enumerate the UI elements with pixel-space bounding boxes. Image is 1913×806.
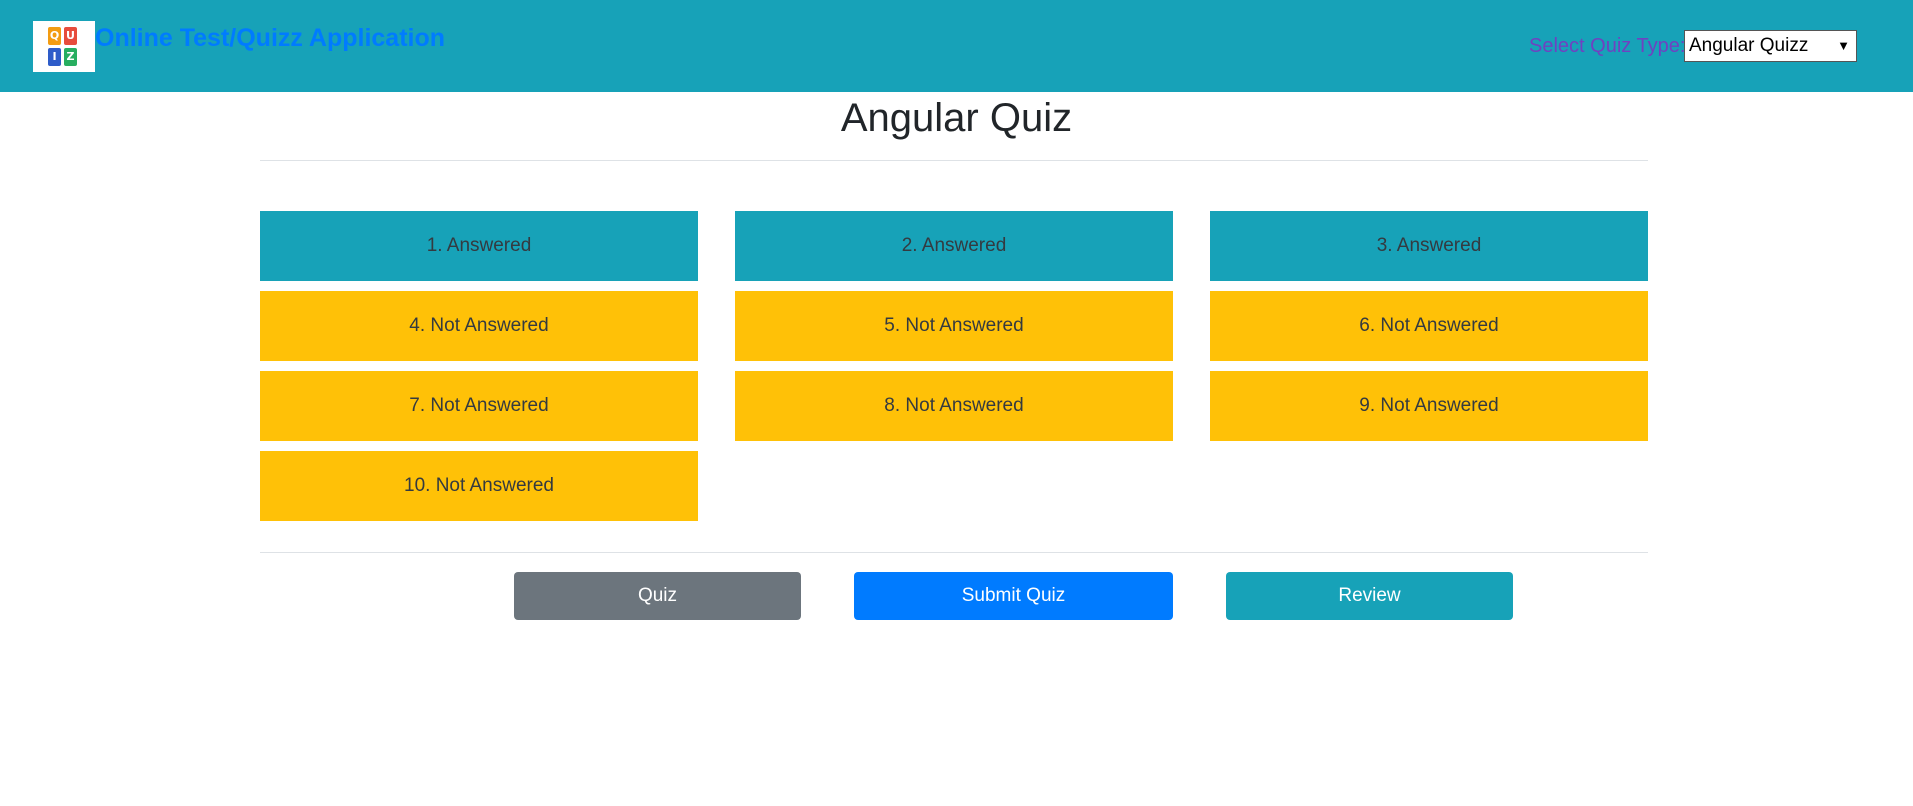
actions-divider <box>260 552 1648 553</box>
question-tile[interactable]: 4. Not Answered <box>260 291 698 361</box>
quiz-logo[interactable]: Q U I Z <box>33 21 95 72</box>
submit-quiz-button[interactable]: Submit Quiz <box>854 572 1173 620</box>
logo-tile-q: Q <box>48 27 61 45</box>
question-tile[interactable]: 5. Not Answered <box>735 291 1173 361</box>
question-tile[interactable]: 2. Answered <box>735 211 1173 281</box>
question-tile[interactable]: 9. Not Answered <box>1210 371 1648 441</box>
question-tile[interactable]: 7. Not Answered <box>260 371 698 441</box>
question-tile[interactable]: 1. Answered <box>260 211 698 281</box>
quiz-type-label: Select Quiz Type: <box>1529 35 1686 57</box>
question-tile[interactable]: 6. Not Answered <box>1210 291 1648 361</box>
app-title[interactable]: Online Test/Quizz Application <box>95 24 445 53</box>
quiz-button[interactable]: Quiz <box>514 572 801 620</box>
page-title: Angular Quiz <box>840 96 1073 140</box>
chevron-down-icon: ▼ <box>1837 38 1850 53</box>
title-divider <box>260 160 1648 161</box>
navbar: Q U I Z Online Test/Quizz Application Se… <box>0 0 1913 92</box>
logo-tile-z: Z <box>64 48 77 66</box>
review-button[interactable]: Review <box>1226 572 1513 620</box>
logo-tile-i: I <box>48 48 61 66</box>
question-tile[interactable]: 10. Not Answered <box>260 451 698 521</box>
quiz-type-selected-value: Angular Quizz <box>1689 35 1809 56</box>
question-tile[interactable]: 8. Not Answered <box>735 371 1173 441</box>
question-tile[interactable]: 3. Answered <box>1210 211 1648 281</box>
logo-tile-u: U <box>64 27 77 45</box>
quiz-type-select[interactable]: Angular Quizz ▼ <box>1684 30 1857 62</box>
